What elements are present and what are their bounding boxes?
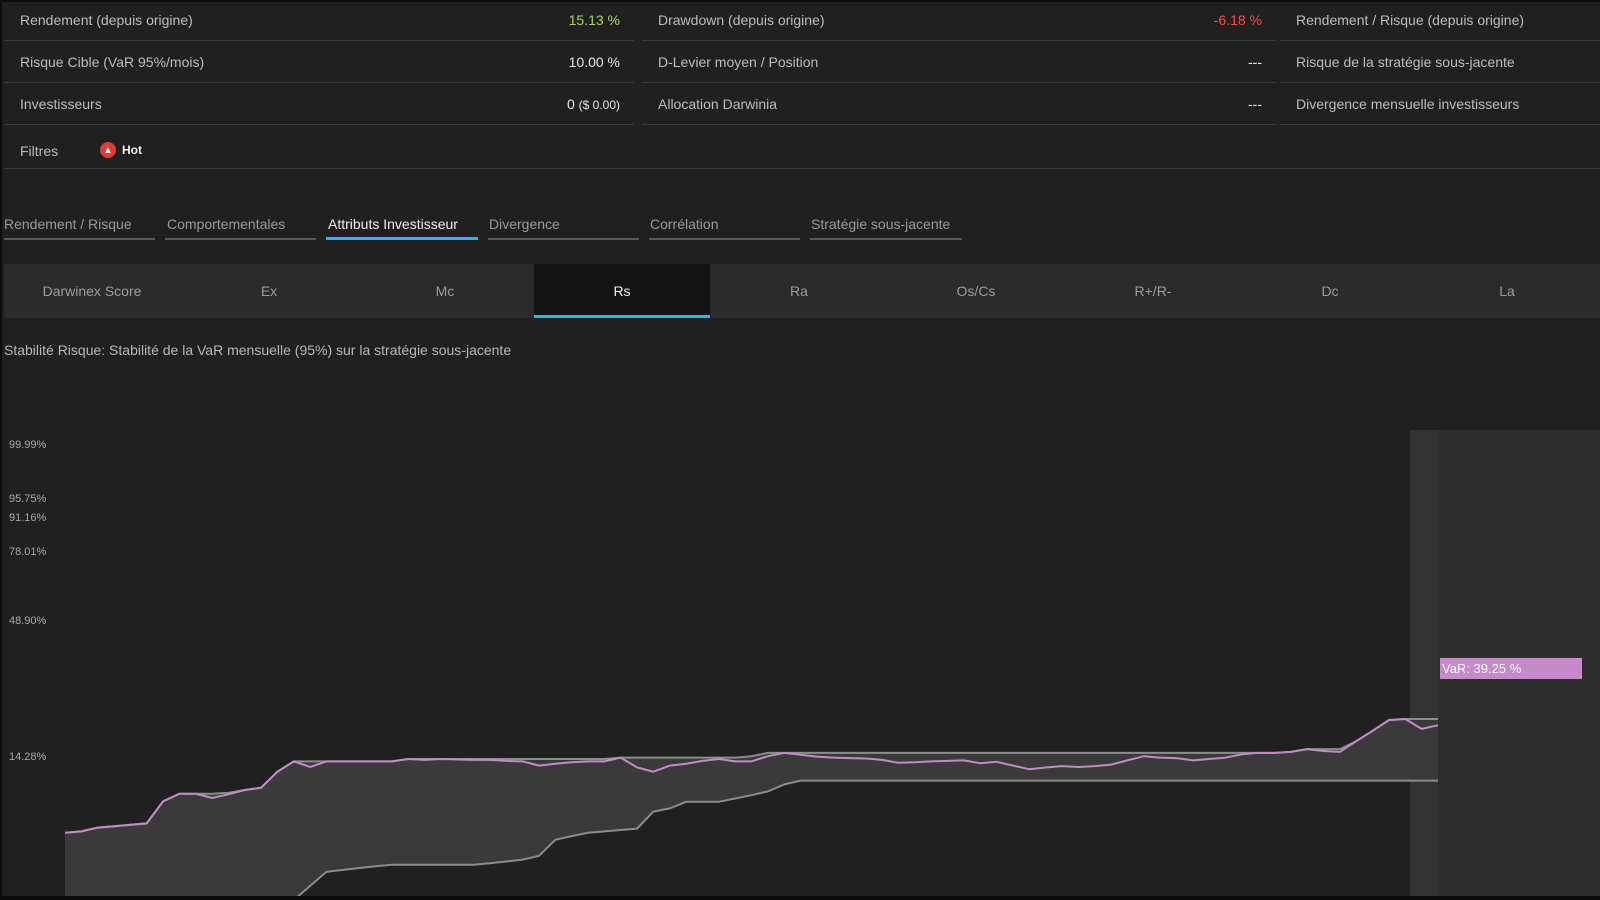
stat-leverage: D-Levier moyen / Position ---	[642, 42, 1276, 83]
y-tick-label: 78.01%	[9, 546, 47, 558]
subtab-ex[interactable]: Ex	[181, 264, 357, 318]
tab-investor-attributes[interactable]: Attributs Investisseur	[326, 206, 478, 240]
chart-description: Stabilité Risque: Stabilité de la VaR me…	[4, 342, 512, 358]
subtab-dc[interactable]: Dc	[1242, 264, 1418, 318]
stat-label: Rendement / Risque (depuis origine)	[1296, 12, 1525, 28]
tab-divergence[interactable]: Divergence	[488, 206, 639, 240]
subtab-os-cs[interactable]: Os/Cs	[888, 264, 1064, 318]
stat-strategy-risk: Risque de la stratégie sous-jacente	[1280, 42, 1600, 83]
stat-label: Drawdown (depuis origine)	[658, 12, 825, 28]
hot-filter-badge[interactable]: ▲ Hot	[100, 142, 142, 158]
stat-label: D-Levier moyen / Position	[658, 54, 819, 70]
filters-label: Filtres	[20, 143, 59, 159]
stat-label: Risque de la stratégie sous-jacente	[1296, 54, 1515, 70]
subtab-mc[interactable]: Mc	[357, 264, 533, 318]
stat-label: Investisseurs	[20, 96, 102, 112]
y-tick-label: 99.99%	[9, 439, 47, 451]
stat-label: Divergence mensuelle investisseurs	[1296, 96, 1520, 112]
stat-label: Allocation Darwinia	[658, 96, 778, 112]
stat-value: 15.13 %	[568, 12, 620, 28]
stat-label: Rendement (depuis origine)	[20, 12, 193, 28]
tab-underlying-strategy[interactable]: Stratégie sous-jacente	[810, 206, 962, 240]
hot-filter-label: Hot	[122, 143, 142, 157]
subtab-rs[interactable]: Rs	[534, 264, 710, 318]
y-tick-label: 48.90%	[9, 615, 47, 627]
tab-return-risk[interactable]: Rendement / Risque	[4, 206, 155, 240]
attribute-subtabs: Darwinex Score Ex Mc Rs Ra Os/Cs R+/R- D…	[4, 264, 1600, 318]
stat-value: -6.18 %	[1213, 12, 1262, 28]
flame-icon: ▲	[100, 142, 116, 158]
window-bottom-border	[0, 896, 1600, 900]
chart-plot	[64, 717, 1439, 900]
investors-count: 0	[566, 96, 575, 112]
subtab-ra[interactable]: Ra	[711, 264, 887, 318]
stat-investors: Investisseurs 0 ($ 0.00)	[4, 84, 634, 125]
subtab-r-plus-minus[interactable]: R+/R-	[1065, 264, 1241, 318]
stat-divergence: Divergence mensuelle investisseurs	[1280, 84, 1600, 125]
y-tick-label: 91.16%	[9, 512, 47, 524]
y-tick-label: 14.28%	[9, 751, 47, 763]
tab-correlation[interactable]: Corrélation	[649, 206, 800, 240]
stat-label: Risque Cible (VaR 95%/mois)	[20, 54, 205, 70]
stat-return-risk: Rendement / Risque (depuis origine)	[1280, 0, 1600, 41]
filters-divider	[4, 168, 1600, 169]
y-tick-label: 95.75%	[9, 493, 47, 505]
y-axis-labels: 99.99% 95.75% 91.16% 78.01% 48.90% 14.28%	[9, 439, 47, 763]
stat-drawdown: Drawdown (depuis origine) -6.18 %	[642, 0, 1276, 41]
tab-behavioral[interactable]: Comportementales	[165, 206, 316, 240]
stat-target-risk: Risque Cible (VaR 95%/mois) 10.00 %	[4, 42, 634, 83]
stat-allocation: Allocation Darwinia ---	[642, 84, 1276, 125]
var-range-band	[65, 719, 1438, 900]
stat-value: 0 ($ 0.00)	[567, 96, 620, 112]
var-value-label: VaR: 39.25 %	[1440, 658, 1582, 679]
stat-value: ---	[1248, 96, 1262, 112]
stat-return: Rendement (depuis origine) 15.13 %	[4, 0, 634, 41]
investors-amount: ($ 0.00)	[578, 98, 620, 112]
stat-value: 10.00 %	[568, 54, 620, 70]
subtab-darwinex-score[interactable]: Darwinex Score	[4, 264, 180, 318]
stat-value: ---	[1248, 54, 1262, 70]
risk-stability-chart: 99.99% 95.75% 91.16% 78.01% 48.90% 14.28%	[9, 430, 1600, 900]
subtab-la[interactable]: La	[1419, 264, 1595, 318]
